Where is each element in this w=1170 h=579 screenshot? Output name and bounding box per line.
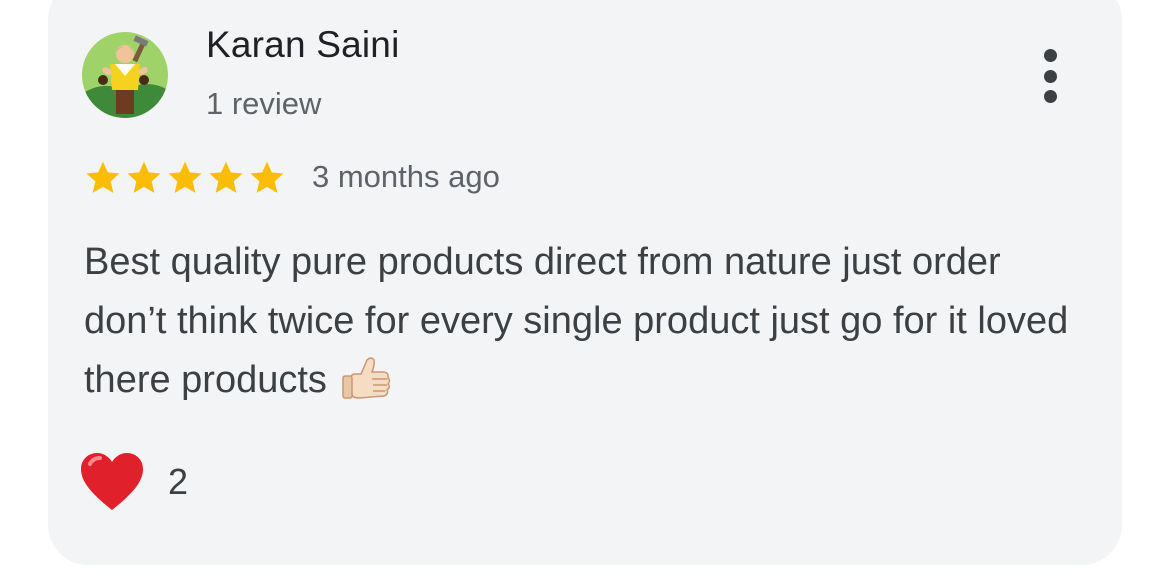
heart-icon[interactable]: [78, 450, 146, 514]
more-options-icon[interactable]: [1036, 49, 1064, 103]
star-icon: [86, 161, 120, 193]
star-icon: [127, 161, 161, 193]
menu-dot: [1043, 90, 1057, 103]
thumbs-up-icon: [339, 352, 393, 406]
review-text-content: Best quality pure products direct from n…: [84, 241, 1069, 401]
author-avatar[interactable]: [82, 32, 168, 118]
reaction-count: 2: [168, 461, 189, 502]
menu-dot: [1043, 49, 1057, 62]
author-review-count: 1 review: [206, 86, 322, 121]
star-icon: [168, 161, 202, 193]
review-date: 3 months ago: [312, 159, 500, 194]
like-reaction[interactable]: 2: [78, 450, 188, 514]
review-text: Best quality pure products direct from n…: [84, 233, 1084, 410]
menu-dot: [1043, 69, 1057, 83]
author-name[interactable]: Karan Saini: [206, 24, 400, 66]
star-icon: [209, 161, 243, 193]
star-rating: [83, 158, 287, 198]
star-icon: [250, 161, 284, 193]
